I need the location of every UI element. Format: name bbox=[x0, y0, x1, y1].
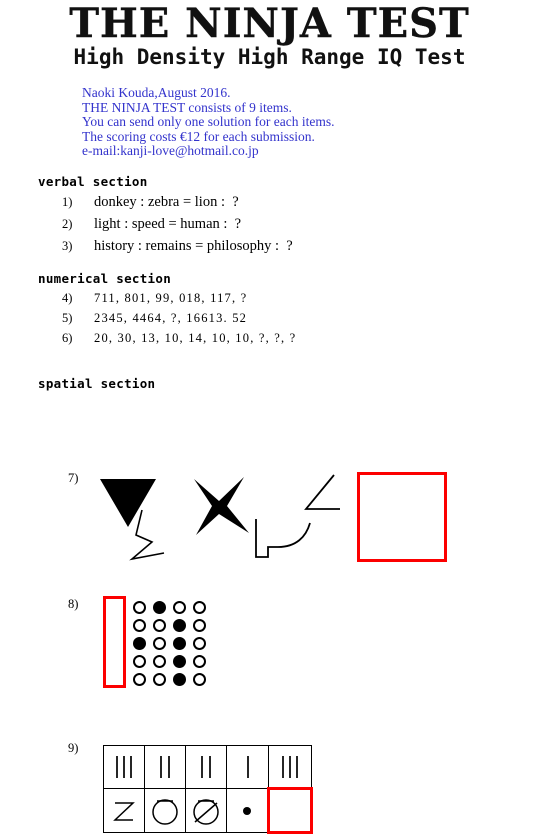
intro-line-email: e-mail:kanji-love@hotmail.co.jp bbox=[82, 143, 259, 159]
grid-dot-empty bbox=[192, 619, 206, 633]
answer-box-item-7[interactable] bbox=[357, 472, 447, 563]
page-header: THE NINJA TEST High Density High Range I… bbox=[0, 0, 539, 69]
cell-circle-with-slash bbox=[185, 788, 227, 834]
question-text: donkey : zebra = lion : ? bbox=[94, 194, 239, 210]
grid-dot-empty bbox=[192, 655, 206, 669]
grid-dot-empty bbox=[132, 619, 146, 633]
intro-line-solution: You can send only one solution for each … bbox=[82, 114, 335, 130]
question-row: 6) 20, 30, 13, 10, 14, 10, 10, ?, ?, ? bbox=[62, 331, 539, 346]
grid-dot-empty bbox=[192, 673, 206, 687]
one-stroke-icon bbox=[227, 746, 268, 788]
page-subtitle: High Density High Range IQ Test bbox=[73, 45, 466, 69]
figure-filled-four-point-star bbox=[186, 473, 256, 543]
cell-three-strokes bbox=[268, 745, 312, 790]
question-row: 2) light : speed = human : ? bbox=[62, 216, 539, 233]
z-shape-icon bbox=[104, 789, 144, 832]
intro-line-author: Naoki Kouda,August 2016. bbox=[82, 85, 231, 100]
question-text: 2345, 4464, ?, 16613. 52 bbox=[94, 311, 248, 325]
matrix-table-item-9 bbox=[103, 745, 313, 834]
grid-dot-empty bbox=[132, 601, 146, 615]
grid-dot-empty bbox=[132, 655, 146, 669]
grid-dot-filled bbox=[172, 655, 186, 669]
cell-three-strokes bbox=[103, 745, 145, 790]
intro-line-items: THE NINJA TEST consists of 9 items. bbox=[82, 99, 292, 115]
grid-dot-filled bbox=[172, 619, 186, 633]
table-row bbox=[103, 745, 312, 790]
cell-z-shape bbox=[103, 788, 145, 834]
cell-two-strokes bbox=[144, 745, 186, 790]
answer-box-item-8[interactable] bbox=[103, 596, 126, 689]
question-row: 1) donkey : zebra = lion : ? bbox=[62, 194, 539, 211]
spatial-section: spatial section bbox=[0, 376, 539, 391]
question-number: 6) bbox=[62, 331, 73, 345]
verbal-section: verbal section 1) donkey : zebra = lion … bbox=[0, 174, 539, 255]
verbal-section-title: verbal section bbox=[38, 174, 148, 189]
figure-filled-triangle-with-open-zigzag bbox=[96, 469, 176, 564]
figure-open-angle-line bbox=[296, 471, 352, 521]
small-dot-icon bbox=[227, 789, 267, 832]
grid-dot-filled bbox=[172, 637, 186, 651]
circle-with-slash-icon bbox=[186, 789, 226, 832]
grid-dot-empty bbox=[152, 655, 166, 669]
question-number: 4) bbox=[62, 291, 73, 305]
question-number: 1) bbox=[62, 195, 73, 209]
item-number-7: 7) bbox=[68, 471, 79, 486]
question-row: 4) 711, 801, 99, 018, 117, ? bbox=[62, 291, 539, 306]
two-strokes-icon bbox=[186, 746, 226, 788]
two-strokes-icon bbox=[145, 746, 185, 788]
grid-dot-filled bbox=[172, 673, 186, 687]
numerical-section: numerical section 4) 711, 801, 99, 018, … bbox=[0, 271, 539, 346]
grid-dot-filled bbox=[152, 601, 166, 615]
question-row: 3) history : remains = philosophy : ? bbox=[62, 238, 539, 255]
question-number: 5) bbox=[62, 311, 73, 325]
dot-grid-item-8 bbox=[129, 599, 209, 689]
cell-small-dot bbox=[226, 788, 269, 834]
intro-block: Naoki Kouda,August 2016. THE NINJA TEST … bbox=[82, 85, 335, 159]
numerical-section-title: numerical section bbox=[38, 271, 172, 286]
grid-dot-empty bbox=[172, 601, 186, 615]
cell-one-stroke bbox=[226, 745, 269, 790]
grid-dot-empty bbox=[152, 637, 166, 651]
three-strokes-icon bbox=[269, 746, 311, 787]
circle-icon bbox=[145, 789, 185, 832]
table-row bbox=[103, 787, 313, 834]
page-title: THE NINJA TEST bbox=[69, 0, 470, 47]
cell-two-strokes bbox=[185, 745, 227, 790]
question-text: 711, 801, 99, 018, 117, ? bbox=[94, 291, 248, 305]
grid-dot-empty bbox=[192, 637, 206, 651]
item-number-9: 9) bbox=[68, 741, 79, 756]
question-number: 3) bbox=[62, 239, 73, 253]
grid-dot-empty bbox=[152, 619, 166, 633]
intro-line-scoring: The scoring costs €12 for each submissio… bbox=[82, 128, 315, 144]
grid-dot-empty bbox=[192, 601, 206, 615]
question-row: 5) 2345, 4464, ?, 16613. 52 bbox=[62, 311, 539, 326]
grid-dot-empty bbox=[152, 673, 166, 687]
question-text: history : remains = philosophy : ? bbox=[94, 238, 293, 254]
item-number-8: 8) bbox=[68, 597, 79, 612]
question-number: 2) bbox=[62, 217, 73, 231]
question-text: 20, 30, 13, 10, 14, 10, 10, ?, ?, ? bbox=[94, 331, 297, 345]
spatial-section-title: spatial section bbox=[38, 376, 156, 391]
question-text: light : speed = human : ? bbox=[94, 216, 242, 232]
cell-circle bbox=[144, 788, 186, 834]
three-strokes-icon bbox=[104, 746, 144, 788]
grid-dot-empty bbox=[132, 673, 146, 687]
answer-box-item-9[interactable] bbox=[267, 787, 313, 834]
grid-dot-filled bbox=[132, 637, 146, 651]
